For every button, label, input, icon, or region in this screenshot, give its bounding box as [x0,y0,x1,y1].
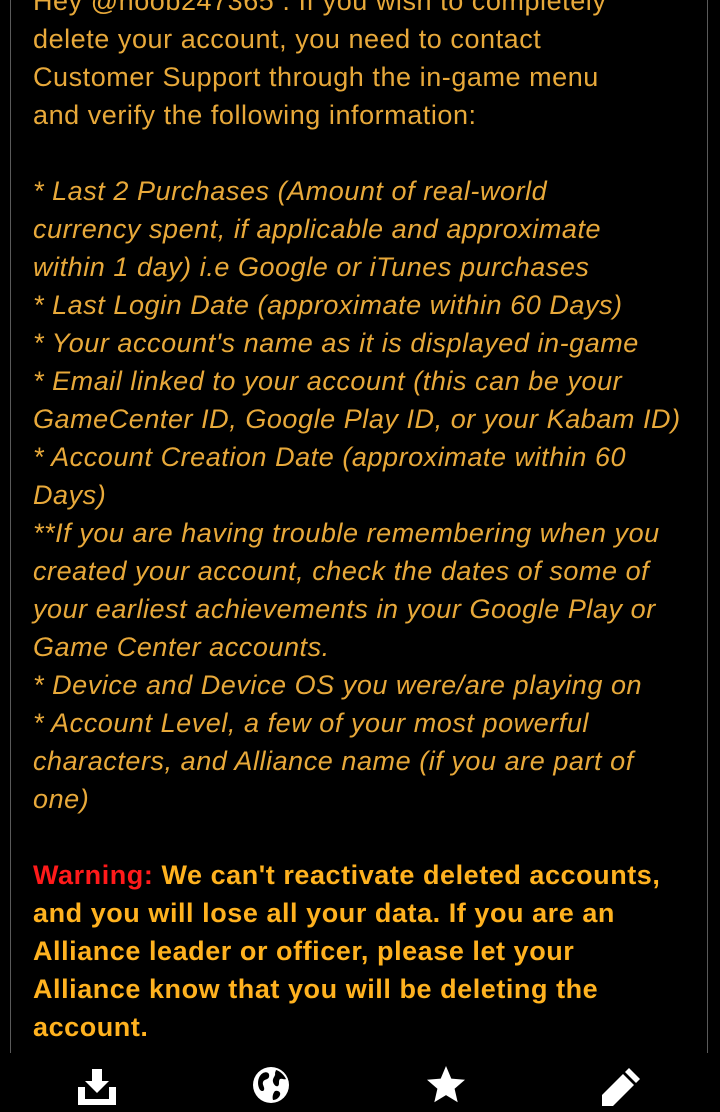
favorites-button[interactable] [421,1065,471,1112]
warning-text: Alliance leader or officer, please let y… [33,936,575,966]
warning-text: and you will lose all your data. If you … [33,898,615,928]
requirement-line: Game Center accounts. [33,632,330,662]
pencil-icon [599,1065,643,1109]
post-body: Hey @noob247365 . If you wish to complet… [33,0,693,1046]
warning-text: We can't reactivate deleted accounts, [161,860,661,890]
star-icon [425,1065,467,1105]
inbox-download-icon [76,1065,118,1105]
globe-button[interactable] [246,1065,296,1112]
compose-button[interactable] [596,1065,646,1112]
warning-line: Warning: We can't reactivate deleted acc… [33,856,693,894]
post-card: Hey @noob247365 . If you wish to complet… [10,0,708,1054]
requirement-line: * Account Creation Date (approximate wit… [33,442,627,472]
requirement-line: created your account, check the dates of… [33,556,650,586]
inbox-button[interactable] [72,1065,122,1112]
warning-text: account. [33,1012,149,1042]
requirement-line: * Last 2 Purchases (Amount of real-world [33,176,548,206]
requirement-line: **If you are having trouble remembering … [33,518,660,548]
intro-line: delete your account, you need to contact [33,24,542,54]
requirement-line: * Email linked to your account (this can… [33,366,623,396]
requirement-line: within 1 day) i.e Google or iTunes purch… [33,252,590,282]
warning-label: Warning: [33,860,154,890]
bottom-nav-bar [0,1053,720,1112]
requirement-line: Days) [33,480,107,510]
intro-line: and verify the following information: [33,100,477,130]
requirement-line: your earliest achievements in your Googl… [33,594,656,624]
requirement-line: currency spent, if applicable and approx… [33,214,602,244]
globe-icon [251,1065,291,1105]
requirement-line: characters, and Alliance name (if you ar… [33,746,634,776]
requirement-line: * Device and Device OS you were/are play… [33,670,643,700]
requirement-line: one) [33,784,90,814]
requirement-line: * Your account's name as it is displayed… [33,328,639,358]
requirement-line: * Last Login Date (approximate within 60… [33,290,623,320]
intro-line: Customer Support through the in-game men… [33,62,599,92]
warning-text: Alliance know that you will be deleting … [33,974,599,1004]
requirement-line: GameCenter ID, Google Play ID, or your K… [33,404,681,434]
intro-line: Hey @noob247365 . If you wish to complet… [33,0,607,16]
requirement-line: * Account Level, a few of your most powe… [33,708,589,738]
